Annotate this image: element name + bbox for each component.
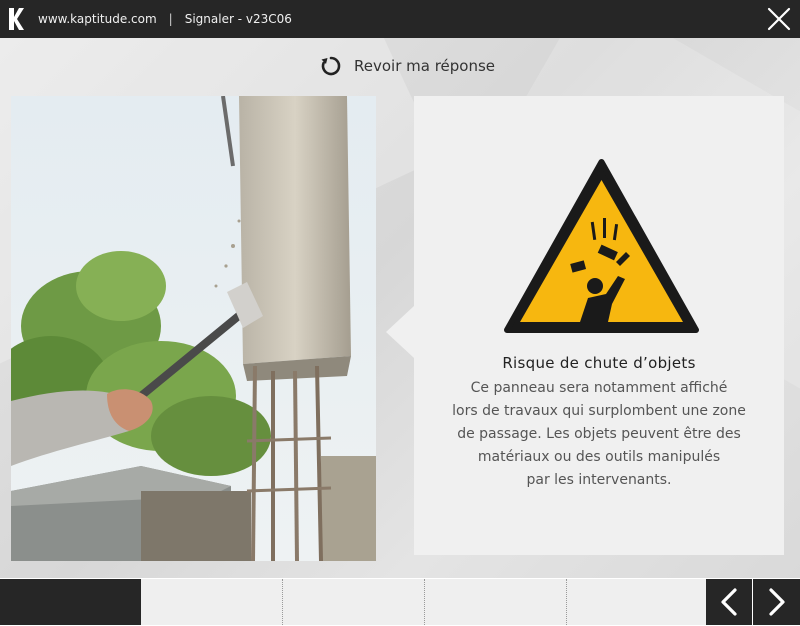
info-line: par les intervenants. bbox=[526, 472, 672, 488]
info-line: Ce panneau sera notamment affiché bbox=[470, 380, 728, 396]
info-panel: Risque de chute d’objets Ce panneau sera… bbox=[414, 96, 784, 555]
site-url: www.kaptitude.com bbox=[38, 12, 157, 26]
chevron-left-icon bbox=[721, 588, 737, 616]
bottom-navigation bbox=[0, 578, 800, 626]
falling-objects-warning-sign bbox=[504, 159, 699, 333]
module-title: Signaler - v23C06 bbox=[184, 12, 292, 26]
progress-step-2 bbox=[141, 579, 283, 625]
info-line: de passage. Les objets peuvent être des bbox=[457, 426, 741, 442]
info-line: lors de travaux qui surplombent une zone bbox=[452, 403, 746, 419]
construction-photo bbox=[11, 96, 376, 561]
previous-button[interactable] bbox=[706, 579, 752, 625]
review-answer-button[interactable]: Revoir ma réponse bbox=[320, 53, 495, 79]
close-icon bbox=[767, 7, 791, 31]
chevron-right-icon bbox=[768, 588, 785, 616]
progress-step-4 bbox=[425, 579, 567, 625]
top-bar: www.kaptitude.com | Signaler - v23C06 bbox=[0, 0, 800, 38]
refresh-icon bbox=[321, 56, 341, 76]
progress-step-5 bbox=[567, 579, 706, 625]
info-description: Ce panneau sera notamment affiché lors d… bbox=[449, 377, 749, 492]
panel-pointer bbox=[386, 306, 414, 358]
progress-step-1 bbox=[0, 579, 141, 625]
content-stage: Revoir ma réponse Risque de chute d’obje… bbox=[0, 38, 800, 578]
info-line: matériaux ou des outils manipulés bbox=[477, 449, 721, 465]
next-button[interactable] bbox=[753, 579, 800, 625]
kaptitude-logo bbox=[0, 0, 32, 38]
header-separator: | bbox=[168, 12, 173, 26]
info-title: Risque de chute d’objets bbox=[502, 354, 696, 372]
progress-step-3 bbox=[283, 579, 425, 625]
review-answer-label: Revoir ma réponse bbox=[354, 57, 496, 75]
close-button[interactable] bbox=[764, 4, 794, 34]
